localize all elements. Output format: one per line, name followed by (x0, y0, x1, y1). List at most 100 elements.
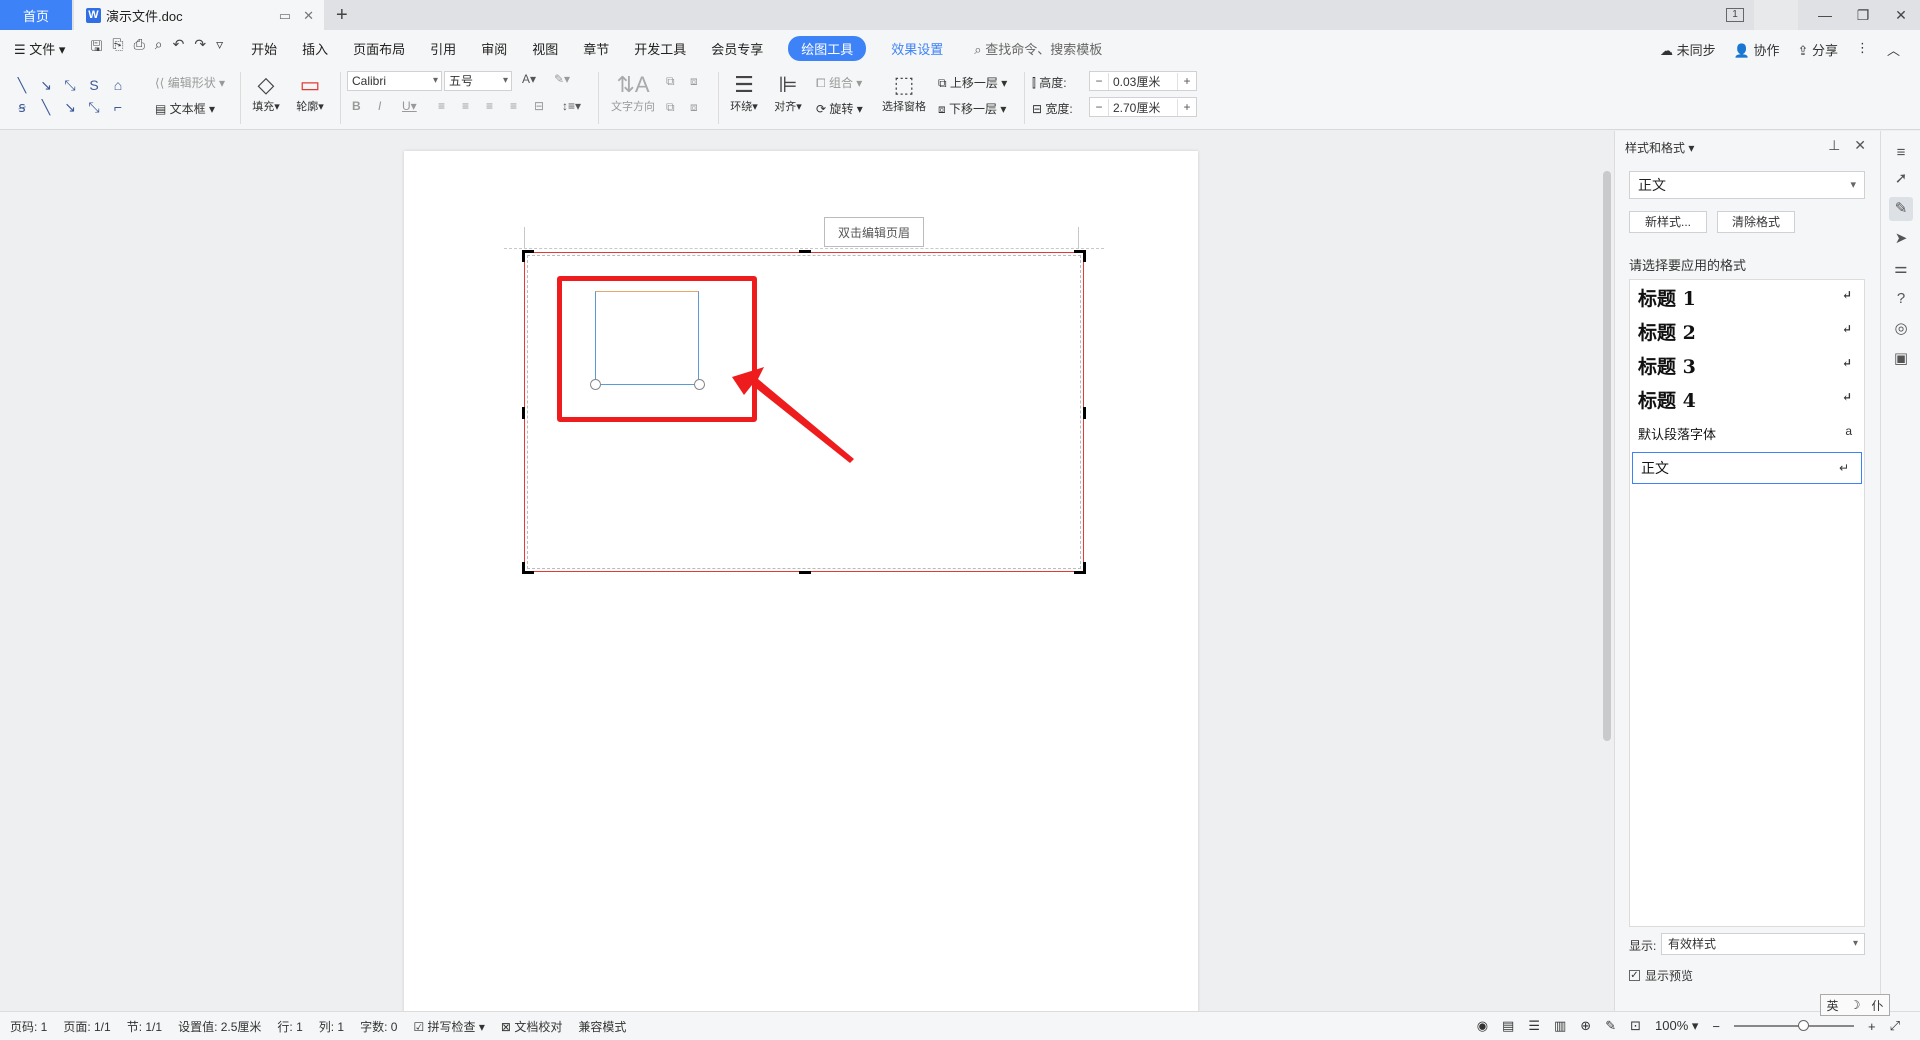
width-increase-button[interactable]: + (1178, 100, 1196, 114)
current-style-select[interactable]: 正文 (1629, 171, 1865, 199)
file-menu[interactable]: ☰ 文件 ▾ (14, 39, 65, 58)
align-right-icon[interactable]: ≡ (486, 99, 493, 113)
canvas-handle-top[interactable] (799, 250, 811, 253)
style-pen-icon[interactable]: ✎ (1889, 197, 1913, 221)
clear-format-button[interactable]: 清除格式 (1717, 211, 1795, 233)
avatar[interactable] (1754, 0, 1798, 30)
save-icon[interactable]: 🖫 (90, 36, 102, 60)
outline-button[interactable]: ▭ 轮廓▾ (292, 72, 328, 114)
canvas-handle-left[interactable] (522, 407, 525, 419)
menu-start[interactable]: 开始 (251, 39, 277, 58)
float-window-icon[interactable]: ▭ (279, 8, 291, 24)
edit-header-tag[interactable]: 双击编辑页眉 (824, 217, 924, 247)
status-page-number[interactable]: 页码: 1 (10, 1018, 47, 1035)
zoom-slider[interactable] (1734, 1020, 1854, 1031)
text-direction-button[interactable]: ⇅A 文字方向 (608, 72, 658, 114)
close-window-icon[interactable]: ✕ (1882, 7, 1920, 24)
window-count-badge[interactable]: 1 (1726, 8, 1744, 22)
proofread-button[interactable]: ⊠ 文档校对 (501, 1018, 562, 1035)
status-row[interactable]: 行: 1 (277, 1018, 302, 1035)
rotate-button[interactable]: ⟳ 旋转 ▾ (816, 100, 863, 117)
print-preview-icon[interactable]: ⌕ (155, 36, 163, 60)
font-size-select[interactable]: 五号 (444, 71, 512, 91)
collab-button[interactable]: 👤 协作 (1734, 40, 1780, 59)
menu-lines-icon[interactable]: ≡ (1889, 141, 1913, 165)
italic-icon[interactable]: I (378, 99, 381, 113)
menu-references[interactable]: 引用 (430, 39, 456, 58)
tab-document[interactable]: W 演示文件.doc ▭ ✕ (74, 0, 324, 30)
rocket-icon[interactable]: ➚ (1889, 167, 1913, 191)
web-view-icon[interactable]: ⊕ (1580, 1018, 1591, 1034)
style-heading-2[interactable]: 标题 2 ↵ (1630, 314, 1864, 348)
height-stepper[interactable]: − 0.03厘米 + (1089, 71, 1197, 91)
fill-button[interactable]: ◇ 填充▾ (248, 72, 284, 114)
vertical-scrollbar[interactable] (1600, 131, 1614, 1011)
double-arrow-shape-icon[interactable]: ⤡ (58, 74, 82, 96)
menu-page-layout[interactable]: 页面布局 (353, 39, 405, 58)
style-heading-4[interactable]: 标题 4 ↵ (1630, 382, 1864, 416)
help-icon[interactable]: ? (1889, 287, 1913, 311)
panel-title[interactable]: 样式和格式 ▾ (1625, 139, 1694, 156)
tab-home[interactable]: 首页 (0, 0, 72, 30)
link-textbox-icon[interactable]: ⧉ (666, 74, 675, 89)
ime-language[interactable]: 英 (1827, 997, 1839, 1014)
justify-icon[interactable]: ≡ (510, 99, 517, 113)
zoom-slider-knob[interactable] (1798, 1020, 1809, 1031)
height-increase-button[interactable]: + (1178, 74, 1196, 88)
wrap-button[interactable]: ☰ 环绕▾ (726, 72, 762, 114)
style-normal[interactable]: 正文 ↵ (1632, 452, 1862, 484)
send-backward-button[interactable]: ⧈ 下移一层 ▾ (938, 100, 1006, 117)
style-heading-3[interactable]: 标题 3 ↵ (1630, 348, 1864, 382)
menu-view[interactable]: 视图 (532, 39, 558, 58)
text-box-button[interactable]: ▤ 文本框 ▾ (155, 100, 215, 117)
fit-page-icon[interactable]: ⊡ (1630, 1018, 1641, 1034)
height-decrease-button[interactable]: − (1090, 74, 1108, 88)
more-icon[interactable]: ⋮ (1856, 40, 1869, 59)
status-pages[interactable]: 页面: 1/1 (63, 1018, 110, 1035)
shape-handle-left[interactable] (590, 379, 601, 390)
double-connector-icon[interactable]: ⤡ (82, 96, 106, 118)
zoom-in-button[interactable]: + (1868, 1019, 1876, 1034)
menu-insert[interactable]: 插入 (302, 39, 328, 58)
location-icon[interactable]: ◎ (1889, 317, 1913, 341)
sync-button[interactable]: ☁ 未同步 (1660, 40, 1716, 59)
zoom-out-button[interactable]: − (1712, 1019, 1720, 1034)
break-link-icon[interactable]: ⧈ (690, 74, 698, 89)
reading-view-icon[interactable]: ▥ (1554, 1018, 1566, 1034)
menu-developer[interactable]: 开发工具 (634, 39, 686, 58)
align-center-icon[interactable]: ≡ (462, 99, 469, 113)
connector-shape-icon[interactable]: ╲ (34, 96, 58, 118)
width-stepper[interactable]: − 2.70厘米 + (1089, 97, 1197, 117)
image-tools-icon[interactable]: ▣ (1889, 347, 1913, 371)
collapse-ribbon-icon[interactable]: ︿ (1887, 40, 1900, 59)
textbox-prev-icon[interactable]: ⧉ (666, 100, 675, 115)
edit-shape-button[interactable]: ⟨⟨ 编辑形状 ▾ (155, 74, 225, 91)
share-button[interactable]: ⇪ 分享 (1797, 40, 1838, 59)
height-input[interactable]: 0.03厘米 (1108, 72, 1178, 90)
menu-drawing-tools[interactable]: 绘图工具 (788, 35, 867, 61)
export-pdf-icon[interactable]: ⎘ (112, 36, 123, 60)
shape-handle-right[interactable] (694, 379, 705, 390)
curve-shape-icon[interactable]: S (82, 74, 106, 96)
elbow-connector-icon[interactable]: ⌐ (106, 96, 130, 118)
line-spacing-icon[interactable]: ↕≡▾ (562, 99, 581, 113)
status-setting[interactable]: 设置值: 2.5厘米 (178, 1018, 261, 1035)
drawn-rectangle-shape[interactable] (595, 291, 699, 385)
style-heading-1[interactable]: 标题 1 ↵ (1630, 280, 1864, 314)
redo-icon[interactable]: ↷ (194, 36, 206, 60)
freeform-shape-icon[interactable]: ⌂ (106, 74, 130, 96)
eye-protection-icon[interactable]: ◉ (1477, 1018, 1488, 1034)
page-view-icon[interactable]: ▤ (1502, 1018, 1514, 1034)
spell-check-toggle[interactable]: ☑ 拼写检查 ▾ (413, 1018, 484, 1035)
pointer-icon[interactable]: ➤ (1889, 227, 1913, 251)
width-input[interactable]: 2.70厘米 (1108, 98, 1178, 116)
write-mode-icon[interactable]: ✎ (1605, 1018, 1616, 1034)
outline-view-icon[interactable]: ☰ (1528, 1018, 1540, 1034)
print-icon[interactable]: ⎙ (134, 36, 145, 60)
command-search[interactable]: ⌕ 查找命令、搜索模板 (974, 39, 1102, 58)
status-column[interactable]: 列: 1 (319, 1018, 344, 1035)
new-style-button[interactable]: 新样式... (1629, 211, 1707, 233)
close-panel-icon[interactable]: ✕ (1854, 137, 1866, 154)
ime-punct[interactable]: 仆 (1871, 997, 1883, 1014)
ime-toolbar[interactable]: 英 ☽ 仆 (1820, 994, 1890, 1016)
